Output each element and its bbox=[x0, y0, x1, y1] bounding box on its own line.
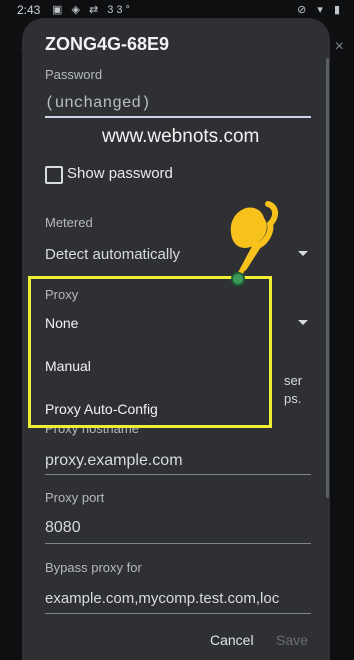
bypass-proxy-underline bbox=[45, 613, 311, 614]
proxy-hostname-underline bbox=[45, 474, 311, 475]
status-left-icons: ▣ ◈ ⇄ 33° bbox=[52, 3, 133, 16]
proxy-port-field[interactable]: 8080 bbox=[45, 519, 81, 537]
proxy-menu-label: Proxy bbox=[45, 287, 79, 302]
obscured-text-line1: ser bbox=[284, 373, 303, 388]
metered-dropdown[interactable]: Detect automatically bbox=[45, 246, 180, 263]
notification-icons: ▣ ◈ ⇄ bbox=[52, 4, 102, 16]
metered-chevron-down-icon[interactable] bbox=[298, 251, 308, 256]
proxy-option-none[interactable]: None bbox=[45, 315, 78, 331]
cancel-button[interactable]: Cancel bbox=[210, 632, 254, 648]
close-icon[interactable]: × bbox=[335, 38, 344, 56]
bypass-proxy-label: Bypass proxy for bbox=[45, 560, 142, 575]
wifi-network-dialog: ZONG4G-68E9 Password (unchanged) www.web… bbox=[22, 18, 330, 660]
proxy-port-label: Proxy port bbox=[45, 490, 105, 505]
status-right-icons: ⊘ ▾ ▮ bbox=[297, 4, 344, 16]
save-button[interactable]: Save bbox=[276, 632, 308, 648]
metered-label: Metered bbox=[45, 215, 93, 230]
proxy-option-manual[interactable]: Manual bbox=[45, 358, 91, 374]
password-label: Password bbox=[45, 67, 103, 82]
proxy-port-underline bbox=[45, 543, 311, 544]
password-field[interactable]: (unchanged) bbox=[45, 94, 151, 112]
dialog-actions: Cancel Save bbox=[22, 622, 330, 652]
dialog-title: ZONG4G-68E9 bbox=[45, 34, 170, 54]
scrollbar[interactable] bbox=[326, 58, 329, 498]
password-underline bbox=[45, 116, 311, 118]
obscured-text-line2: ps. bbox=[284, 391, 302, 406]
proxy-hostname-field[interactable]: proxy.example.com bbox=[45, 452, 183, 470]
pointing-hand-icon bbox=[230, 201, 278, 286]
proxy-dropdown-menu: Proxy None Manual Proxy Auto-Config bbox=[28, 276, 272, 428]
proxy-option-auto-config[interactable]: Proxy Auto-Config bbox=[45, 401, 158, 417]
show-password-label[interactable]: Show password bbox=[67, 165, 173, 182]
status-time: 2:43 bbox=[17, 3, 41, 17]
bypass-proxy-field[interactable]: example.com,mycomp.test.com,loc bbox=[45, 590, 311, 607]
show-password-checkbox[interactable] bbox=[45, 166, 63, 184]
proxy-chevron-down-icon[interactable] bbox=[298, 320, 308, 325]
status-temperature: 33° bbox=[107, 4, 133, 16]
watermark: www.webnots.com bbox=[102, 126, 260, 147]
